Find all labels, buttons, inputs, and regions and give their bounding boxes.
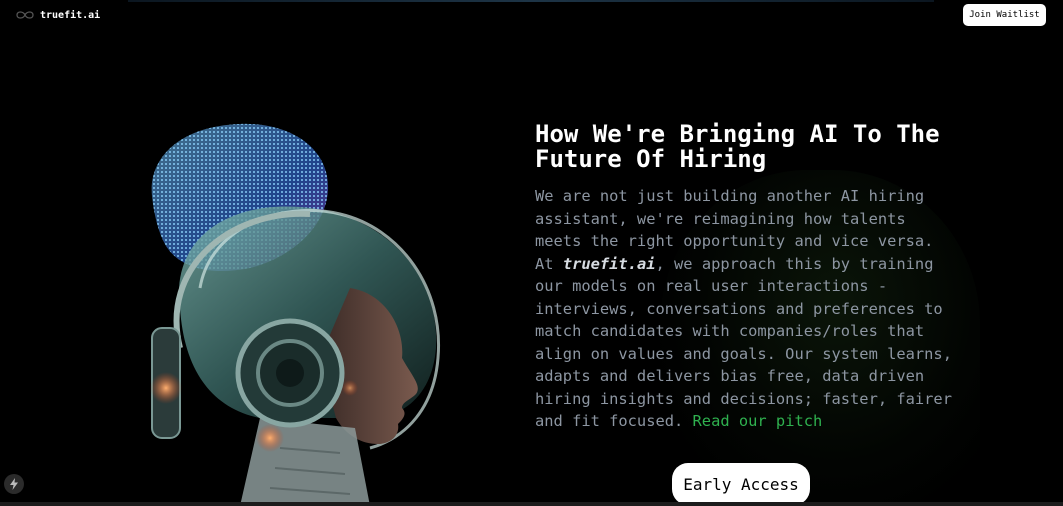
horizontal-scrollbar[interactable] xyxy=(0,502,1063,506)
brand-name: truefit.ai xyxy=(562,254,656,273)
hero-illustration xyxy=(150,123,441,506)
floating-bolt-button[interactable] xyxy=(4,474,24,494)
section-heading: How We're Bringing AI To The Future Of H… xyxy=(535,122,955,172)
logo-text: truefit.ai xyxy=(40,9,101,21)
site-logo[interactable]: truefit.ai xyxy=(14,8,100,22)
early-access-button[interactable]: Early Access xyxy=(672,463,810,505)
top-accent-line xyxy=(128,0,934,2)
lightning-bolt-icon xyxy=(10,478,18,490)
join-waitlist-button[interactable]: Join Waitlist xyxy=(963,4,1046,26)
read-pitch-link[interactable]: Read our pitch xyxy=(693,412,823,430)
section-description: We are not just building another AI hiri… xyxy=(535,185,955,433)
heading-line-2: Future Of Hiring xyxy=(535,145,767,173)
heading-line-1: How We're Bringing AI To The xyxy=(535,120,940,148)
infinity-loop-icon xyxy=(16,11,34,19)
description-part-2: , we approach this by training our model… xyxy=(535,254,952,431)
